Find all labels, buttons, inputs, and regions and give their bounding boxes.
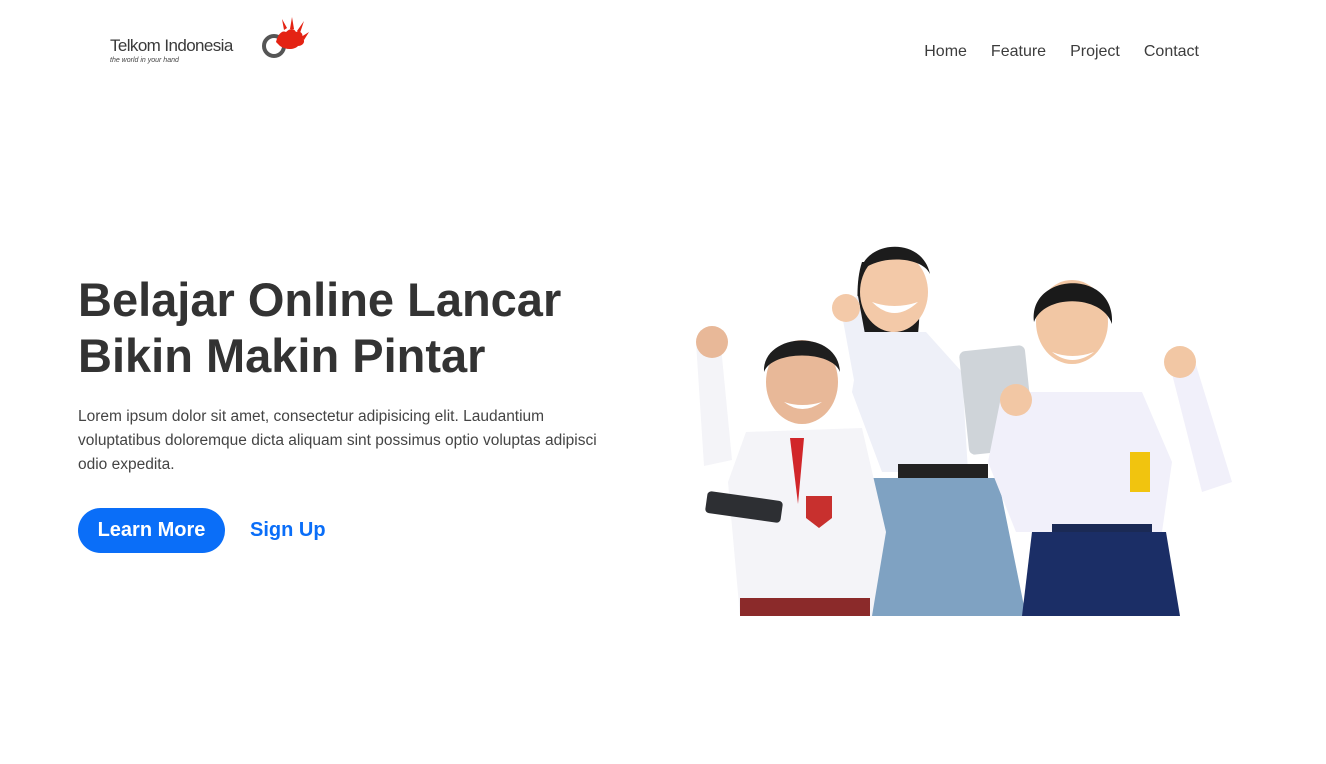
landing-page: Telkom Indonesia the world in your hand …: [0, 0, 1326, 764]
nav-contact[interactable]: Contact: [1144, 43, 1199, 61]
telkom-hand-icon: [262, 17, 309, 58]
telkom-logo[interactable]: Telkom Indonesia the world in your hand: [110, 16, 310, 68]
hero-title-line-1: Belajar Online Lancar: [78, 273, 562, 326]
nav-home[interactable]: Home: [924, 43, 967, 61]
hero-title: Belajar Online Lancar Bikin Makin Pintar: [78, 272, 638, 384]
nav-feature[interactable]: Feature: [991, 43, 1046, 61]
students-hero-image: [696, 246, 1232, 616]
sign-up-link[interactable]: Sign Up: [250, 518, 326, 542]
learn-more-button[interactable]: Learn More: [78, 508, 225, 553]
logo-wordmark: Telkom Indonesia: [110, 36, 233, 55]
hero-title-line-2: Bikin Makin Pintar: [78, 329, 486, 382]
student-girl-right: [988, 280, 1232, 616]
nav-project[interactable]: Project: [1070, 43, 1120, 61]
main-nav: Home Feature Project Contact: [924, 43, 1199, 61]
hero-description: Lorem ipsum dolor sit amet, consectetur …: [78, 408, 597, 473]
logo-tagline: the world in your hand: [110, 57, 179, 64]
